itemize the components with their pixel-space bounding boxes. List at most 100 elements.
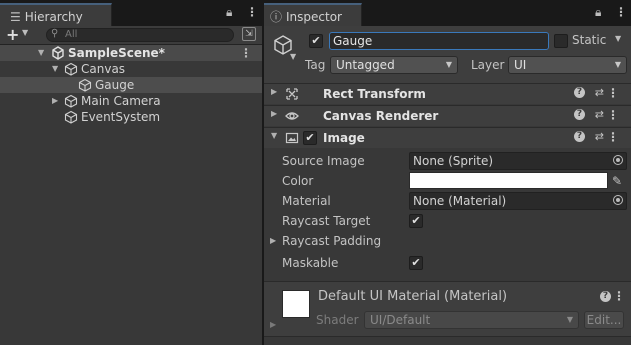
shader-value: UI/Default	[370, 313, 431, 327]
material-preview-block: Default UI Material (Material) ? ⋮ ▶ Sha…	[264, 281, 631, 337]
chevron-down-icon: ▼	[566, 315, 573, 324]
icon-dropdown-arrow-icon[interactable]: ▼	[290, 52, 296, 61]
edit-shader-button[interactable]: Edit...	[584, 311, 624, 329]
image-icon	[285, 132, 299, 144]
help-icon[interactable]: ?	[574, 109, 585, 120]
tab-menu-icon[interactable]: ⋮	[615, 5, 627, 19]
hierarchy-tab-label: Hierarchy	[24, 10, 83, 24]
help-icon[interactable]: ?	[574, 131, 585, 142]
inspector-panel: ⓘ Inspector 🔒︎ ⋮ ▼ ✔ Gauge Static ▼ Tag U…	[264, 0, 631, 345]
component-menu-icon[interactable]: ⋮	[607, 130, 619, 144]
tree-item-label: SampleScene*	[68, 46, 165, 60]
collapse-arrow-icon[interactable]: ▶	[270, 231, 276, 251]
material-field[interactable]: None (Material)	[409, 192, 627, 210]
collapse-arrow-icon[interactable]: ▶	[271, 109, 277, 118]
expand-arrow-icon[interactable]: ▼	[271, 131, 277, 140]
prop-color: Color ✎	[264, 171, 631, 191]
tree-row-scene[interactable]: ▼ SampleScene* ⋮	[0, 45, 262, 61]
gameobject-cube-icon	[64, 110, 78, 124]
inspector-tab-label: Inspector	[286, 10, 342, 24]
color-label: Color	[282, 174, 314, 188]
tree-row-eventsystem[interactable]: EventSystem	[0, 109, 262, 125]
raycast-padding-label: Raycast Padding	[282, 234, 382, 248]
tab-menu-icon[interactable]: ⋮	[246, 5, 258, 19]
source-image-value: None (Sprite)	[413, 154, 494, 168]
layer-dropdown[interactable]: UI ▼	[508, 56, 627, 74]
hierarchy-search-input[interactable]: ⚲ All	[46, 28, 234, 42]
image-enabled-checkbox[interactable]: ✔	[303, 131, 317, 145]
eye-icon	[285, 112, 299, 120]
tag-value: Untagged	[336, 58, 395, 72]
layer-label: Layer	[471, 58, 505, 72]
tree-item-label: Gauge	[95, 78, 135, 92]
static-dropdown-arrow-icon[interactable]: ▼	[615, 34, 621, 43]
material-menu-icon[interactable]: ⋮	[613, 289, 625, 303]
tree-row-canvas[interactable]: ▼ Canvas	[0, 61, 262, 77]
gameobject-name-input[interactable]: Gauge	[329, 32, 549, 50]
color-field[interactable]	[409, 172, 608, 189]
list-icon: ☰	[10, 10, 21, 24]
source-image-field[interactable]: None (Sprite)	[409, 152, 627, 170]
material-title: Default UI Material (Material)	[318, 289, 508, 304]
collapse-arrow-icon[interactable]: ▶	[270, 320, 276, 329]
expand-arrow-icon[interactable]: ▼	[38, 45, 44, 61]
gameobject-cube-icon	[64, 62, 78, 76]
source-image-label: Source Image	[282, 154, 365, 168]
hierarchy-tab[interactable]: ☰ Hierarchy	[0, 3, 112, 26]
tree-row-gauge[interactable]: Gauge	[0, 77, 262, 93]
collapse-arrow-icon[interactable]: ▶	[52, 93, 58, 109]
tree-item-label: Main Camera	[81, 94, 161, 108]
component-canvas-renderer[interactable]: ▶ Canvas Renderer ? ⇄ ⋮	[264, 105, 631, 126]
object-picker-icon[interactable]	[613, 195, 623, 205]
scene-menu-icon[interactable]: ⋮	[240, 45, 252, 61]
maskable-checkbox[interactable]: ✔	[409, 256, 423, 270]
gameobject-active-checkbox[interactable]: ✔	[309, 34, 323, 48]
add-icon[interactable]: +	[6, 25, 19, 44]
scene-visibility-icon[interactable]: ⇲	[242, 27, 256, 41]
component-rect-transform[interactable]: ▶ Rect Transform ? ⇄ ⋮	[264, 83, 631, 104]
help-icon[interactable]: ?	[600, 291, 611, 302]
eyedropper-icon[interactable]: ✎	[612, 171, 622, 191]
rect-transform-icon	[286, 88, 298, 100]
material-label: Material	[282, 194, 331, 208]
collapse-arrow-icon[interactable]: ▶	[271, 87, 277, 96]
preset-icon[interactable]: ⇄	[595, 130, 604, 143]
material-preview-swatch	[282, 290, 310, 318]
preset-icon[interactable]: ⇄	[595, 86, 604, 99]
component-menu-icon[interactable]: ⋮	[607, 86, 619, 100]
component-title: Canvas Renderer	[323, 109, 439, 123]
prop-raycast-target: Raycast Target ✔	[264, 211, 631, 231]
material-value: None (Material)	[413, 194, 507, 208]
lock-icon[interactable]: 🔒︎	[226, 5, 232, 20]
raycast-target-checkbox[interactable]: ✔	[409, 214, 423, 228]
prop-source-image: Source Image None (Sprite)	[264, 151, 631, 171]
hierarchy-toolbar: + ▼ ⚲ All ⇲	[0, 25, 262, 45]
component-menu-icon[interactable]: ⋮	[607, 108, 619, 122]
help-icon[interactable]: ?	[574, 87, 585, 98]
inspector-body: ▼ ✔ Gauge Static ▼ Tag Untagged ▼ Layer …	[264, 26, 631, 345]
info-icon: ⓘ	[270, 10, 283, 24]
add-dropdown-arrow-icon[interactable]: ▼	[22, 28, 28, 37]
tree-row-main-camera[interactable]: ▶ Main Camera	[0, 93, 262, 109]
static-label: Static	[572, 33, 607, 47]
tag-dropdown[interactable]: Untagged ▼	[330, 56, 458, 74]
unity-scene-icon	[52, 46, 64, 60]
gameobject-header: ▼ ✔ Gauge Static ▼ Tag Untagged ▼ Layer …	[264, 26, 631, 84]
chevron-down-icon: ▼	[445, 60, 452, 69]
tree-item-label: EventSystem	[81, 110, 161, 124]
preset-icon[interactable]: ⇄	[595, 108, 604, 121]
inspector-tabbar: ⓘ Inspector 🔒︎ ⋮	[264, 0, 631, 26]
expand-arrow-icon[interactable]: ▼	[52, 61, 58, 77]
gameobject-cube-icon	[64, 94, 78, 108]
component-image[interactable]: ▼ ✔ Image ? ⇄ ⋮	[264, 127, 631, 148]
object-picker-icon[interactable]	[613, 155, 623, 165]
lock-icon[interactable]: 🔒︎	[595, 5, 601, 20]
layer-value: UI	[514, 58, 527, 72]
inspector-tab[interactable]: ⓘ Inspector	[264, 3, 362, 26]
tag-label: Tag	[305, 58, 326, 72]
prop-material: Material None (Material)	[264, 191, 631, 211]
tree-item-label: Canvas	[81, 62, 126, 76]
prop-raycast-padding[interactable]: ▶ Raycast Padding	[264, 231, 631, 251]
shader-dropdown[interactable]: UI/Default ▼	[364, 311, 579, 329]
static-checkbox[interactable]	[554, 34, 568, 48]
